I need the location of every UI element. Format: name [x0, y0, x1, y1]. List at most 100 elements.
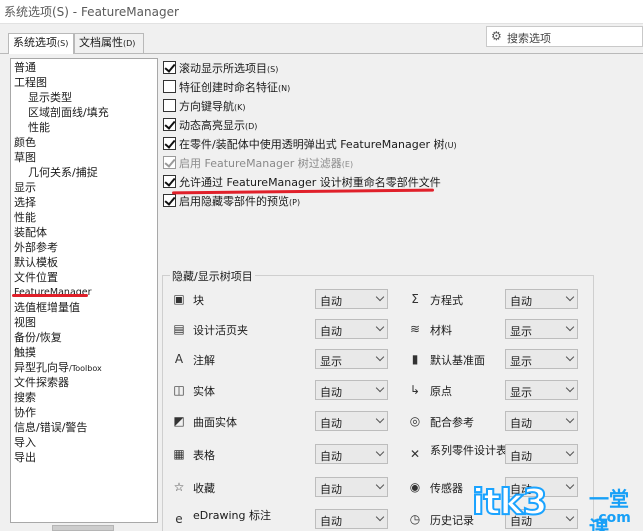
tree-item-backup-recover[interactable]: 备份/恢复	[11, 330, 62, 345]
tree-item-messages-errors-warnings[interactable]: 信息/错误/警告	[11, 420, 87, 435]
tree-item-label: 异型孔向导	[14, 361, 69, 374]
tab-label: 系统选项	[13, 36, 57, 49]
checkbox[interactable]	[163, 99, 176, 112]
option-label: 启用隐藏零部件的预览(P)	[179, 195, 301, 208]
option-tree-filter: 启用 FeatureManager 树过滤器(E)	[163, 154, 363, 171]
tree-item-visibility-label: 设计活页夹	[193, 324, 248, 337]
tree-item-hole-wizard-toolbox[interactable]: 异型孔向导/Toolbox	[11, 360, 102, 375]
tree-item-external-references[interactable]: 外部参考	[11, 240, 58, 255]
tree-item-visibility-dropdown[interactable]: 自动	[505, 289, 578, 309]
tree-item-featuremanager[interactable]: FeatureManager	[11, 285, 92, 300]
tree-item-touch[interactable]: 触摸	[11, 345, 36, 360]
option-scroll-selected[interactable]: 滚动显示所选项目(S)	[163, 59, 323, 76]
tree-item-visibility-dropdown[interactable]: 自动	[315, 477, 388, 497]
options-tree[interactable]: 普通 工程图 显示类型 区域剖面线/填充 性能 颜色 草图 几何关系/捕捉 显示…	[10, 58, 158, 523]
tree-item-visibility-dropdown[interactable]: 自动	[505, 444, 578, 464]
dropdown-value: 自动	[320, 417, 342, 430]
tree-item-visibility-dropdown[interactable]: 自动	[315, 289, 388, 309]
tree-item-visibility-label: eDrawing 标注	[193, 509, 272, 522]
tree-item-drawing-performance[interactable]: 性能	[11, 120, 50, 135]
dropdown-value: 自动	[510, 417, 532, 430]
tree-item-visibility-dropdown[interactable]: 显示	[315, 349, 388, 369]
mate-reference-icon: ◎	[409, 414, 421, 428]
option-label: 启用 FeatureManager 树过滤器(E)	[179, 157, 354, 170]
option-label: 方向键导航(K)	[179, 100, 246, 113]
checkbox[interactable]	[163, 194, 176, 207]
tree-item-suffix: /Toolbox	[69, 364, 102, 373]
tab-document-properties[interactable]: 文档属性(D)	[74, 33, 144, 53]
tree-item-visibility-label: 收藏	[193, 482, 215, 495]
tree-item-view[interactable]: 视图	[11, 315, 36, 330]
dropdown-value: 自动	[320, 483, 342, 496]
search-input[interactable]: ⚙ 搜索选项	[486, 26, 643, 47]
option-rename-component-files[interactable]: 允许通过 FeatureManager 设计树重命名零部件文件	[163, 173, 443, 190]
option-preview-hidden-components[interactable]: 启用隐藏零部件的预览(P)	[163, 192, 343, 209]
tree-item-visibility-dropdown[interactable]: 自动	[315, 509, 388, 529]
tree-item-visibility-dropdown[interactable]: 显示	[505, 319, 578, 339]
tree-item-visibility-dropdown[interactable]: 自动	[505, 411, 578, 431]
tree-item-collaboration[interactable]: 协作	[11, 405, 36, 420]
checkbox[interactable]	[163, 118, 176, 131]
tree-item-visibility-dropdown[interactable]: 显示	[505, 380, 578, 400]
tree-item-visibility-dropdown[interactable]: 自动	[315, 380, 388, 400]
tab-system-options[interactable]: 系统选项(S)	[8, 33, 74, 54]
checkbox[interactable]	[163, 137, 176, 150]
tree-item-search[interactable]: 搜索	[11, 390, 36, 405]
dropdown-value: 显示	[510, 325, 532, 338]
option-label: 滚动显示所选项目(S)	[179, 62, 279, 75]
tree-item-general[interactable]: 普通	[11, 60, 36, 75]
tree-item-export[interactable]: 导出	[11, 450, 36, 465]
favorites-icon: ☆	[173, 480, 185, 494]
option-name-feature-on-creation[interactable]: 特征创建时命名特征(N)	[163, 78, 323, 95]
checkbox[interactable]	[163, 175, 176, 188]
tree-item-visibility-label: 方程式	[430, 294, 463, 307]
tree-item-drawings[interactable]: 工程图	[11, 75, 47, 90]
tree-item-file-locations[interactable]: 文件位置	[11, 270, 58, 285]
option-dynamic-highlight[interactable]: 动态高亮显示(D)	[163, 116, 323, 133]
tree-item-visibility-label: 实体	[193, 385, 215, 398]
tree-item-colors[interactable]: 颜色	[11, 135, 36, 150]
edrawing-markup-icon: e	[175, 512, 183, 526]
dropdown-value: 自动	[510, 295, 532, 308]
dropdown-value: 自动	[320, 325, 342, 338]
option-label: 动态高亮显示(D)	[179, 119, 258, 132]
default-plane-icon: ▮	[411, 352, 419, 366]
tree-item-area-hatch[interactable]: 区域剖面线/填充	[11, 105, 109, 120]
tree-item-file-explorer[interactable]: 文件探索器	[11, 375, 69, 390]
dropdown-value: 自动	[320, 515, 342, 528]
solid-body-icon: ◫	[173, 383, 185, 397]
tree-item-visibility-label: 配合参考	[430, 416, 474, 429]
tree-item-visibility-dropdown[interactable]: 显示	[505, 349, 578, 369]
tree-item-import[interactable]: 导入	[11, 435, 36, 450]
tree-item-assemblies[interactable]: 装配体	[11, 225, 47, 240]
checkbox[interactable]	[163, 80, 176, 93]
chevron-down-icon	[565, 322, 575, 332]
option-label: 特征创建时命名特征(N)	[179, 81, 291, 94]
tree-item-relations-snaps[interactable]: 几何关系/捕捉	[11, 165, 98, 180]
dropdown-value: 显示	[320, 355, 342, 368]
tree-item-visibility-dropdown[interactable]: 自动	[315, 444, 388, 464]
dropdown-value: 自动	[510, 450, 532, 463]
scrollbar-thumb[interactable]	[52, 525, 114, 531]
tree-item-sketch[interactable]: 草图	[11, 150, 36, 165]
red-annotation-underline-tree	[12, 294, 88, 297]
tree-item-display[interactable]: 显示	[11, 180, 36, 195]
tree-item-performance[interactable]: 性能	[11, 210, 36, 225]
tree-item-visibility-dropdown[interactable]: 自动	[315, 319, 388, 339]
origin-icon: ↳	[409, 383, 421, 397]
checkbox[interactable]	[163, 61, 176, 74]
tree-item-display-style[interactable]: 显示类型	[11, 90, 72, 105]
chevron-down-icon	[565, 383, 575, 393]
tab-shortcut: (S)	[57, 39, 69, 48]
tree-item-default-templates[interactable]: 默认模板	[11, 255, 58, 270]
tree-item-visibility-label: 默认基准面	[430, 354, 485, 367]
block-icon: ▣	[173, 292, 185, 306]
tree-item-spin-box-increments[interactable]: 选值框增量值	[11, 300, 80, 315]
tree-item-selection[interactable]: 选择	[11, 195, 36, 210]
dropdown-value: 自动	[320, 295, 342, 308]
option-transparent-flyout-tree[interactable]: 在零件/装配体中使用透明弹出式 FeatureManager 树(U)	[163, 135, 463, 152]
table-icon: ▦	[173, 447, 185, 461]
annotation-icon: A	[174, 352, 184, 366]
option-arrow-key-navigation[interactable]: 方向键导航(K)	[163, 97, 323, 114]
tree-item-visibility-dropdown[interactable]: 自动	[315, 411, 388, 431]
